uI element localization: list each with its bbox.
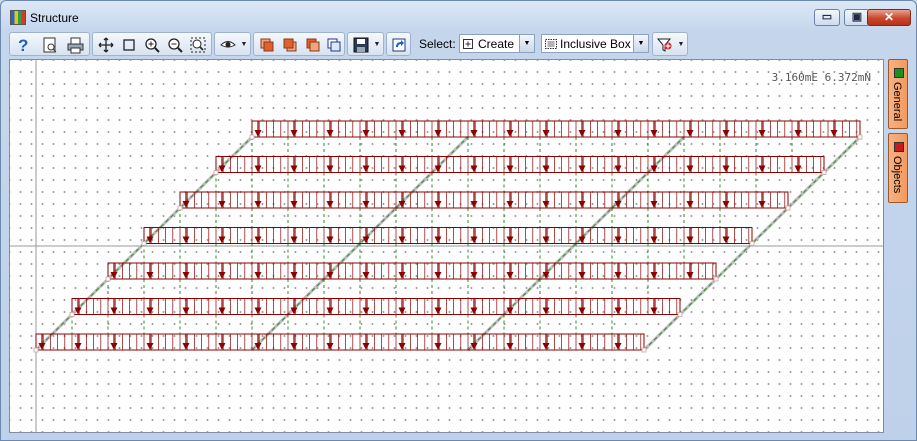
view-icon bbox=[220, 41, 236, 48]
layer4-icon bbox=[327, 38, 341, 52]
layer2-button[interactable] bbox=[281, 36, 299, 54]
support-node bbox=[249, 134, 255, 140]
select-label: Select: bbox=[419, 37, 456, 51]
zoom-out-button[interactable] bbox=[166, 36, 184, 54]
print-preview-button[interactable] bbox=[41, 36, 59, 54]
support-node bbox=[749, 241, 755, 246]
create-icon bbox=[463, 39, 473, 49]
title-bar: Structure ▭ ▣ ✕ bbox=[1, 1, 916, 29]
support-node bbox=[141, 241, 147, 246]
filter-icon bbox=[656, 38, 672, 52]
refresh-icon bbox=[392, 38, 406, 52]
svg-text:?: ? bbox=[18, 36, 28, 54]
side-panel: General Objects bbox=[886, 59, 912, 433]
zoom-extents-icon bbox=[190, 37, 206, 53]
tab-objects-label: Objects bbox=[891, 156, 903, 194]
support-node bbox=[105, 276, 111, 282]
close-button[interactable]: ✕ bbox=[867, 9, 911, 26]
tab-general-label: General bbox=[891, 82, 903, 122]
window-title: Structure bbox=[30, 11, 79, 25]
support-node bbox=[177, 205, 183, 211]
app-icon bbox=[10, 10, 26, 25]
layer4-button[interactable] bbox=[325, 36, 343, 54]
layer1-icon bbox=[260, 38, 274, 52]
save-button[interactable] bbox=[352, 36, 370, 54]
tab-objects[interactable]: Objects bbox=[888, 133, 908, 203]
load-strip bbox=[143, 227, 753, 244]
support-node bbox=[213, 170, 219, 175]
minimize-button[interactable]: ▭ bbox=[814, 9, 840, 26]
filter-dropdown-arrow[interactable]: ▼ bbox=[677, 36, 685, 54]
view-dropdown-arrow[interactable]: ▼ bbox=[240, 36, 248, 54]
help-button[interactable]: ? bbox=[14, 36, 32, 55]
print-icon bbox=[67, 37, 84, 54]
close-icon: ✕ bbox=[883, 10, 895, 24]
zoom-in-icon bbox=[145, 38, 160, 53]
structure-drawing bbox=[10, 60, 883, 432]
minimize-icon: ▭ bbox=[821, 11, 833, 23]
coordinate-readout: 3.160mE 6.372mN bbox=[771, 71, 871, 84]
support-node bbox=[785, 205, 791, 211]
toolbar: ? ▼ ▼ Select: Create ▼ Inclusive Box ▼ ▼ bbox=[9, 32, 689, 57]
toolbar-group-file: ? bbox=[9, 32, 90, 56]
save-icon bbox=[353, 37, 369, 53]
filter-button[interactable] bbox=[656, 36, 674, 54]
mode-select[interactable]: Create ▼ bbox=[459, 34, 535, 53]
print-button[interactable] bbox=[66, 36, 84, 54]
refresh-button[interactable] bbox=[390, 36, 408, 54]
view-button[interactable] bbox=[219, 36, 237, 54]
maximize-icon: ▣ bbox=[851, 11, 863, 23]
support-node bbox=[677, 312, 683, 317]
load-strip bbox=[107, 262, 717, 280]
support-node bbox=[821, 170, 827, 175]
box-select-value: Inclusive Box bbox=[560, 37, 631, 51]
print-preview-icon bbox=[43, 37, 57, 53]
save-dropdown-arrow[interactable]: ▼ bbox=[373, 36, 381, 54]
support-node bbox=[33, 347, 39, 353]
load-strip bbox=[251, 120, 861, 138]
support-node bbox=[69, 312, 75, 317]
load-strip bbox=[179, 191, 789, 209]
zoom-in-button[interactable] bbox=[143, 36, 161, 54]
layer1-button[interactable] bbox=[258, 36, 276, 54]
select-rect-button[interactable] bbox=[120, 36, 138, 54]
inclusive-box-icon bbox=[545, 39, 557, 49]
box-select[interactable]: Inclusive Box ▼ bbox=[541, 34, 649, 53]
layer2-icon bbox=[283, 38, 297, 52]
structure-window: Structure ▭ ▣ ✕ ? ▼ ▼ Select: Create ▼ I… bbox=[0, 0, 917, 441]
support-node bbox=[713, 276, 719, 282]
load-strip bbox=[35, 333, 645, 351]
zoom-out-icon bbox=[168, 38, 183, 53]
tab-general[interactable]: General bbox=[888, 59, 908, 129]
mode-select-arrow[interactable]: ▼ bbox=[519, 35, 534, 52]
toolbar-group-view bbox=[92, 32, 212, 56]
mode-select-value: Create bbox=[478, 37, 515, 51]
layer3-icon bbox=[306, 38, 320, 52]
general-icon bbox=[894, 68, 904, 78]
zoom-extents-button[interactable] bbox=[189, 36, 207, 54]
pan-icon bbox=[98, 37, 114, 53]
help-icon: ? bbox=[18, 36, 28, 55]
toolbar-group-save: ▼ bbox=[347, 32, 384, 56]
load-strip bbox=[215, 156, 825, 173]
pan-button[interactable] bbox=[97, 36, 115, 54]
support-node bbox=[857, 134, 863, 140]
box-select-arrow[interactable]: ▼ bbox=[633, 35, 648, 52]
objects-icon bbox=[894, 142, 904, 152]
toolbar-group-visibility: ▼ bbox=[214, 32, 251, 56]
toolbar-group-refresh bbox=[386, 32, 411, 56]
structure-canvas[interactable]: 3.160mE 6.372mN bbox=[9, 59, 884, 433]
toolbar-group-filter: ▼ bbox=[652, 32, 688, 56]
layer3-button[interactable] bbox=[304, 36, 322, 54]
toolbar-group-layers bbox=[253, 32, 345, 56]
load-strip bbox=[71, 298, 681, 315]
support-node bbox=[641, 347, 647, 353]
select-rect-icon bbox=[123, 39, 135, 51]
